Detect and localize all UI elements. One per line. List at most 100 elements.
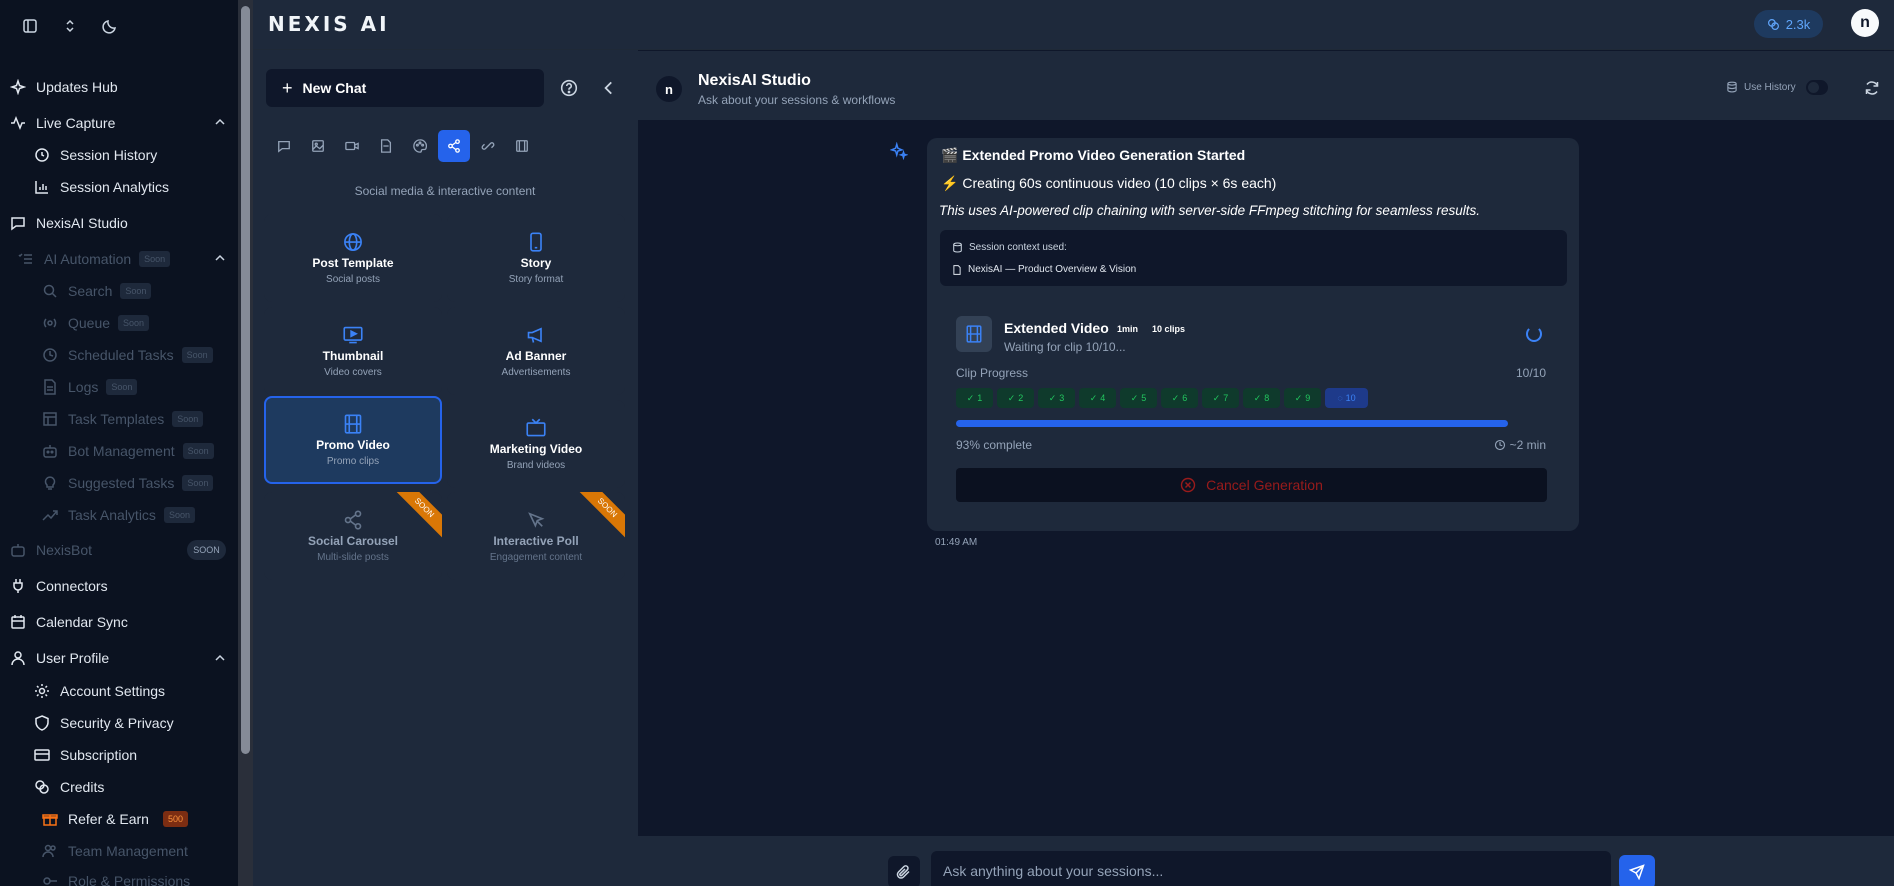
sidebar-item-session-history[interactable]: Session History <box>34 143 157 167</box>
tool-image[interactable] <box>302 130 334 162</box>
sidebar-item-user-profile[interactable]: User Profile <box>10 646 109 670</box>
sidebar-item-role-permissions[interactable]: Role & Permissions <box>42 869 190 886</box>
clip-number: 9 <box>1305 393 1311 403</box>
new-chat-button[interactable]: + New Chat <box>266 69 544 107</box>
chevron-up-icon[interactable] <box>214 652 226 664</box>
sidebar-label: Credits <box>60 779 105 795</box>
refresh-icon[interactable] <box>1864 80 1880 96</box>
credits-pill[interactable]: 2.3k <box>1754 10 1823 38</box>
card-interactive-poll[interactable]: SOON Interactive Poll Engagement content <box>447 492 625 580</box>
card-promo-video[interactable]: Promo Video Promo clips <box>264 396 442 484</box>
attach-button[interactable] <box>888 856 920 886</box>
sidebar-item-updates-hub[interactable]: Updates Hub <box>10 75 118 99</box>
tool-social[interactable] <box>438 130 470 162</box>
sidebar-item-task-templates[interactable]: Task Templates Soon <box>42 407 204 431</box>
clock-icon <box>1494 439 1505 451</box>
share-icon <box>344 509 362 530</box>
card-social-carousel[interactable]: SOON Social Carousel Multi-slide posts <box>264 492 442 580</box>
coins-icon <box>35 780 49 794</box>
sidebar-item-credits[interactable]: Credits <box>34 775 104 799</box>
expand-collapse-icon[interactable] <box>62 18 78 34</box>
message-timestamp: 01:49 AM <box>935 537 978 548</box>
pointer-icon <box>528 511 545 528</box>
check-circle-icon: ✓ <box>966 392 975 403</box>
check-circle-icon: ✓ <box>1089 392 1098 403</box>
chevron-left-icon[interactable] <box>600 79 618 97</box>
check-circle-icon: ✓ <box>1130 392 1139 403</box>
sidebar-item-connectors[interactable]: Connectors <box>10 574 108 598</box>
sidebar-item-calendar-sync[interactable]: Calendar Sync <box>10 610 128 634</box>
sidebar-label: Bot Management <box>68 443 175 459</box>
sidebar-item-nexisai-studio[interactable]: NexisAI Studio <box>10 211 128 235</box>
avatar[interactable]: n <box>1851 9 1879 37</box>
soon-badge: Soon <box>120 283 152 299</box>
sidebar-item-refer-earn[interactable]: Refer & Earn 500 <box>42 807 188 831</box>
sidebar-item-search[interactable]: Search Soon <box>42 279 152 303</box>
chevron-up-icon[interactable] <box>214 252 226 264</box>
sidebar-item-bot-management[interactable]: Bot Management Soon <box>42 439 214 463</box>
sidebar-item-live-capture[interactable]: Live Capture <box>10 111 115 135</box>
sidebar-item-ai-automation[interactable]: AI Automation Soon <box>18 247 171 271</box>
card-thumbnail[interactable]: Thumbnail Video covers <box>264 307 442 395</box>
clip-chip: ✓ 1 <box>956 388 993 408</box>
sidebar-scrollbar[interactable] <box>238 0 253 886</box>
scrollbar-thumb[interactable] <box>241 6 250 754</box>
card-marketing-video[interactable]: Marketing Video Brand videos <box>447 400 625 488</box>
check-circle-icon: ✓ <box>1212 392 1221 403</box>
radio-icon <box>43 318 57 328</box>
list-check-icon <box>18 253 32 264</box>
sidebar-item-subscription[interactable]: Subscription <box>34 743 137 767</box>
card-title: Marketing Video <box>489 441 583 456</box>
tool-link[interactable] <box>472 130 504 162</box>
sidebar-item-queue[interactable]: Queue Soon <box>42 311 150 335</box>
tool-chat[interactable] <box>268 130 300 162</box>
clip-chip: ✓ 5 <box>1120 388 1157 408</box>
clip-chip: ✓ 2 <box>997 388 1034 408</box>
sidebar-item-nexisbot[interactable]: NexisBot <box>10 538 92 562</box>
refer-badge: 500 <box>162 811 188 827</box>
help-icon[interactable] <box>560 79 578 97</box>
tool-layout[interactable] <box>506 130 538 162</box>
trending-up-icon <box>42 510 58 521</box>
search-icon <box>43 284 57 298</box>
sidebar-item-scheduled-tasks[interactable]: Scheduled Tasks Soon <box>42 343 213 367</box>
card-post-template[interactable]: Post Template Social posts <box>264 214 442 302</box>
sidebar: Updates Hub Live Capture Session History… <box>0 0 238 886</box>
sidebar-item-security-privacy[interactable]: Security & Privacy <box>34 711 174 735</box>
tool-video[interactable] <box>336 130 368 162</box>
sidebar-item-logs[interactable]: Logs Soon <box>42 375 138 399</box>
soon-badge: Soon <box>139 251 171 267</box>
sidebar-label: AI Automation <box>44 251 132 267</box>
send-icon <box>1629 864 1645 880</box>
check-circle-icon: ✓ <box>1294 392 1303 403</box>
top-bar <box>253 0 1894 50</box>
card-ad-banner[interactable]: Ad Banner Advertisements <box>447 307 625 395</box>
theme-moon-icon[interactable] <box>102 18 118 34</box>
sidebar-item-account-settings[interactable]: Account Settings <box>34 679 165 703</box>
card-story[interactable]: Story Story format <box>447 214 625 302</box>
use-history-toggle[interactable] <box>1806 80 1828 95</box>
sidebar-label: Account Settings <box>60 683 166 699</box>
sidebar-item-team-management[interactable]: Team Management <box>42 839 188 863</box>
smartphone-icon <box>530 231 542 252</box>
tool-palette[interactable] <box>404 130 436 162</box>
tool-document[interactable] <box>370 130 402 162</box>
chevron-up-icon[interactable] <box>214 116 226 128</box>
message-square-icon <box>11 217 25 231</box>
chat-input[interactable] <box>931 851 1611 886</box>
sidebar-label: Team Management <box>68 843 188 859</box>
bot-icon <box>43 445 57 458</box>
video-title: Extended Video <box>1004 320 1109 336</box>
sidebar-item-suggested-tasks[interactable]: Suggested Tasks Soon <box>42 471 214 495</box>
send-button[interactable] <box>1619 855 1655 886</box>
sidebar-label: Refer & Earn <box>68 811 149 827</box>
cancel-generation-button[interactable]: Cancel Generation <box>956 468 1547 502</box>
app-logo: NEXIS AI <box>268 12 390 36</box>
panel-toggle-icon[interactable] <box>22 18 38 34</box>
sidebar-label: Task Analytics <box>68 507 156 523</box>
use-history-label: Use History <box>1726 81 1796 93</box>
sidebar-item-task-analytics[interactable]: Task Analytics Soon <box>42 503 195 527</box>
sidebar-item-session-analytics[interactable]: Session Analytics <box>34 175 169 199</box>
progress-percent: 93% complete <box>956 438 1033 452</box>
clip-chip: ✓ 7 <box>1202 388 1239 408</box>
